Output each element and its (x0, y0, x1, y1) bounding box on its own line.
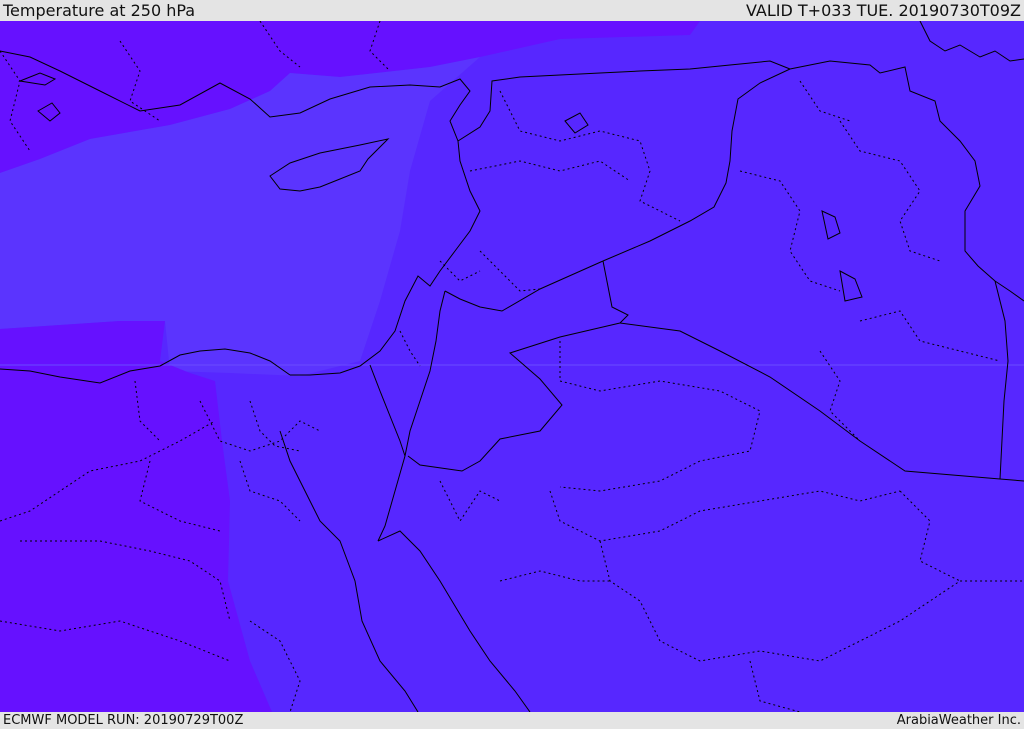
top-bar: Temperature at 250 hPa VALID T+033 TUE. … (0, 0, 1024, 21)
model-run-label: ECMWF MODEL RUN: 20190729T00Z (3, 713, 244, 728)
credit-label: ArabiaWeather Inc. (896, 713, 1021, 728)
map-title: Temperature at 250 hPa (3, 1, 196, 20)
bottom-bar: ECMWF MODEL RUN: 20190729T00Z ArabiaWeat… (0, 712, 1024, 729)
temperature-map (0, 21, 1024, 712)
valid-time-label: VALID T+033 TUE. 20190730T09Z (745, 1, 1021, 20)
map-area (0, 21, 1024, 712)
